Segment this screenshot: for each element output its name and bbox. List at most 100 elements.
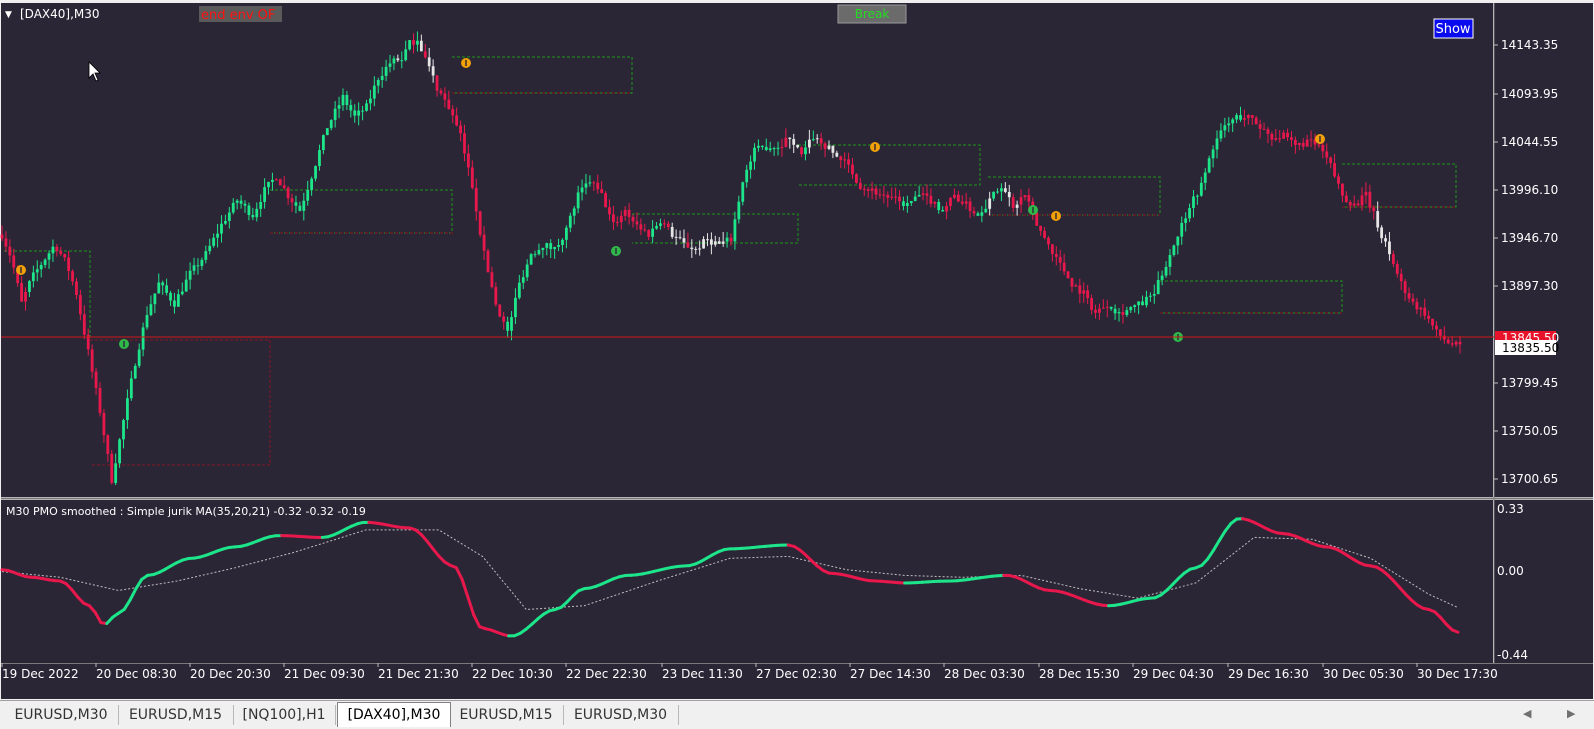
- chart-tab-bar: ◀ ▶ EURUSD,M30EURUSD,M15[NQ100],H1[DAX40…: [0, 700, 1594, 729]
- candle-body: [538, 250, 541, 254]
- indicator-pane[interactable]: [1, 500, 1493, 663]
- candle-body: [1157, 280, 1160, 294]
- candle-body: [561, 240, 564, 245]
- candle-body: [189, 271, 192, 280]
- candle-body: [1176, 237, 1179, 246]
- candle-body: [79, 295, 82, 314]
- time-axis-label: 27 Dec 14:30: [850, 667, 931, 681]
- candle-body: [1239, 115, 1242, 120]
- candle-body: [1216, 139, 1219, 150]
- break-button[interactable]: Break: [855, 7, 890, 21]
- candle-body: [784, 138, 787, 147]
- candle-body: [1431, 319, 1434, 326]
- candle-body: [396, 58, 399, 60]
- candle-body: [385, 67, 388, 76]
- candle-body: [55, 247, 58, 251]
- candle-body: [1035, 212, 1038, 225]
- candle-body: [381, 76, 384, 80]
- time-axis-label: 30 Dec 17:30: [1417, 667, 1498, 681]
- candle-body: [130, 378, 133, 398]
- candle-body: [310, 179, 313, 190]
- chart-canvas[interactable]: ▼ [DAX40],M30 end env OF Break Show 1414…: [0, 0, 1594, 700]
- candle-body: [937, 202, 940, 210]
- candle-body: [604, 193, 607, 207]
- candle-body: [1290, 137, 1293, 140]
- candle-body: [1027, 195, 1030, 201]
- candle-body: [741, 182, 744, 201]
- candle-body: [1141, 301, 1144, 305]
- candle-body: [91, 349, 94, 371]
- candle-body: [506, 322, 509, 331]
- candle-body: [95, 372, 98, 388]
- time-axis-label: 21 Dec 21:30: [378, 667, 459, 681]
- candle-body: [32, 272, 35, 281]
- candle-body: [596, 183, 599, 190]
- candle-body: [1368, 192, 1371, 208]
- candle-body: [855, 174, 858, 183]
- candle-body: [349, 105, 352, 110]
- indicator-axis[interactable]: [1494, 500, 1593, 663]
- candle-body: [459, 125, 462, 133]
- candle-body: [1125, 310, 1128, 315]
- candle-body: [1376, 211, 1379, 227]
- chart-tab[interactable]: [DAX40],M30: [337, 702, 451, 727]
- candle-body: [616, 222, 619, 223]
- show-button[interactable]: Show: [1435, 22, 1470, 37]
- candle-body: [683, 238, 686, 242]
- candle-body: [1365, 192, 1368, 196]
- candle-body: [1208, 158, 1211, 172]
- candle-body: [334, 109, 337, 120]
- candle-body: [1004, 188, 1007, 192]
- price-axis-label: 13996.10: [1501, 183, 1558, 197]
- candle-body: [306, 190, 309, 201]
- chart-tab[interactable]: EURUSD,M15: [449, 705, 564, 725]
- chart-title: [DAX40],M30: [20, 7, 100, 21]
- candle-body: [1106, 307, 1109, 308]
- candle-body: [671, 227, 674, 237]
- chart-tab[interactable]: EURUSD,M30: [563, 705, 679, 725]
- candle-body: [843, 159, 846, 160]
- tab-scroll-right-icon[interactable]: ▶: [1567, 707, 1575, 720]
- candle-body: [1427, 316, 1430, 319]
- candle-body: [1349, 202, 1352, 205]
- candle-body: [1392, 254, 1395, 264]
- candle-body: [24, 292, 27, 302]
- collapse-triangle-icon[interactable]: ▼: [5, 10, 12, 20]
- candle-body: [1302, 143, 1305, 147]
- candle-body: [612, 214, 615, 222]
- candle-body: [980, 212, 983, 216]
- chart-tab[interactable]: EURUSD,M30: [4, 705, 119, 725]
- candle-body: [949, 198, 952, 206]
- candle-body: [757, 146, 760, 148]
- indicator-axis-label: 0.33: [1497, 502, 1524, 516]
- candle-body: [730, 238, 733, 242]
- tab-scroll-left-icon[interactable]: ◀: [1523, 707, 1531, 720]
- candle-body: [734, 219, 737, 241]
- candle-body: [781, 147, 784, 148]
- candle-body: [12, 255, 15, 267]
- candle-body: [541, 248, 544, 250]
- candle-body: [161, 282, 164, 285]
- candle-body: [1180, 223, 1183, 237]
- candle-body: [338, 105, 341, 109]
- candle-body: [267, 182, 270, 187]
- candle-body: [796, 145, 799, 148]
- price-axis-label: 14143.35: [1501, 38, 1558, 52]
- candle-body: [545, 243, 548, 248]
- price-axis[interactable]: [1494, 3, 1593, 497]
- price-pane[interactable]: [1, 3, 1493, 497]
- candle-body: [1435, 326, 1438, 330]
- candle-body: [424, 51, 427, 57]
- chart-tab[interactable]: [NQ100],H1: [233, 705, 336, 725]
- candle-body: [1172, 246, 1175, 255]
- candle-body: [71, 271, 74, 281]
- candle-body: [122, 420, 125, 439]
- candle-body: [287, 188, 290, 198]
- candle-body: [118, 439, 121, 463]
- candle-body: [636, 221, 639, 224]
- candle-body: [953, 195, 956, 198]
- chart-tab[interactable]: EURUSD,M15: [118, 705, 234, 725]
- mt4-chart-window[interactable]: ▼ [DAX40],M30 end env OF Break Show 1414…: [0, 0, 1594, 728]
- candle-body: [1459, 342, 1462, 344]
- candle-body: [240, 201, 243, 204]
